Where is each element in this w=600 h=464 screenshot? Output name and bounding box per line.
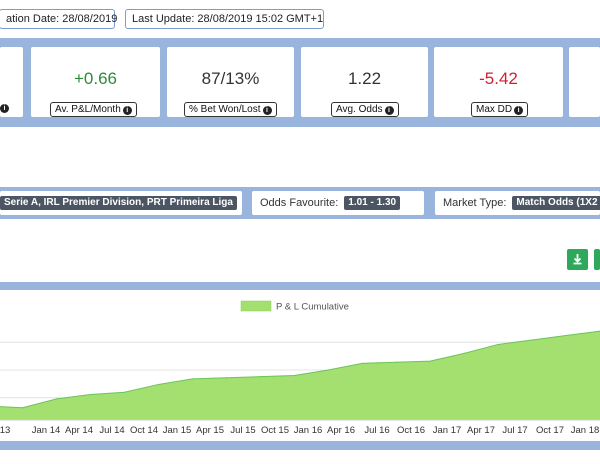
stat-label-text: Av. P&L/Month: [55, 104, 121, 115]
last-update: Last Update: 28/08/2019 15:02 GMT+1: [125, 9, 324, 29]
stat-value: +0.66: [73, 69, 117, 88]
data-point: [327, 369, 329, 371]
odds-filter-label: Odds Favourite:: [260, 197, 339, 209]
download-icon: [573, 254, 582, 265]
info-icon[interactable]: i: [514, 106, 524, 115]
series-area: [0, 331, 600, 420]
market-tag: Match Odds (1X2: [512, 196, 600, 210]
info-icon[interactable]: i: [262, 106, 272, 115]
stat-card-partial: i: [0, 47, 23, 117]
stat-label-text: Max DD: [476, 104, 513, 115]
stat-card-max-dd: -5.42 Max DD i: [434, 47, 563, 117]
x-tick-label: Jan 14: [32, 425, 61, 436]
chart-band: 13 Jan 14 Apr 14 Jul 14 Oct 14 Jan 15 Apr 15 Ju…: [0, 282, 600, 450]
x-tick-label: Jul 16: [364, 425, 389, 436]
stat-card-avg-odds: 1.22 Avg. Odds i: [301, 47, 428, 117]
data-point: [191, 378, 194, 380]
market-filter-label: Market Type:: [443, 197, 507, 209]
data-point: [429, 360, 431, 362]
x-tick-label: Jul 17: [502, 425, 527, 436]
x-tick-label: Jan 17: [433, 425, 462, 436]
data-point: [22, 407, 24, 409]
x-tick-label: 13: [0, 425, 10, 436]
pl-chart: 13 Jan 14 Apr 14 Jul 14 Oct 14 Jan 15 Apr 15 Ju…: [0, 300, 600, 436]
odds-filter[interactable]: Odds Favourite: 1.01 - 1.30: [252, 191, 424, 215]
data-point: [259, 376, 261, 378]
legend-label: P & L Cumulative: [276, 302, 349, 313]
x-tick-label: Oct 14: [130, 425, 158, 436]
info-icon[interactable]: i: [122, 106, 132, 115]
data-point: [89, 393, 92, 396]
x-tick-label: Oct 17: [536, 425, 564, 436]
stat-label-text: % Bet Won/Lost: [189, 104, 261, 115]
odds-tag: 1.01 - 1.30: [344, 196, 401, 210]
x-tick-label: Jan 15: [163, 425, 192, 436]
stat-label: Avg. Odds i: [331, 102, 399, 117]
legend-swatch: [240, 300, 272, 312]
stat-value: 1.22: [347, 69, 382, 88]
chart-panel: 13 Jan 14 Apr 14 Jul 14 Oct 14 Jan 15 Apr 15 Ju…: [0, 290, 600, 441]
stat-label-text: Avg. Odds: [336, 104, 383, 115]
stat-label: % Bet Won/Lost i: [184, 102, 277, 117]
x-tick-label: Jan 16: [294, 425, 323, 436]
stat-value: 87/13%: [201, 69, 260, 88]
creation-date: ation Date: 28/08/2019: [0, 9, 117, 29]
data-point: [497, 343, 499, 346]
data-point: [361, 362, 363, 364]
data-point: [157, 383, 160, 386]
download-button[interactable]: [567, 249, 588, 270]
stat-card-bet-won-lost: 87/13% % Bet Won/Lost i: [167, 47, 294, 117]
info-icon[interactable]: i: [0, 104, 9, 113]
x-tick-label: Oct 15: [261, 425, 289, 436]
data-point: [463, 352, 465, 354]
data-point: [123, 391, 126, 393]
stat-card-av-pl-month: +0.66 Av. P&L/Month i: [31, 47, 160, 117]
stat-card-partial: [569, 47, 600, 117]
data-point: [56, 398, 58, 400]
stat-label: Av. P&L/Month i: [50, 102, 137, 117]
filter-band: Serie A, IRL Premier Division, PRT Prime…: [0, 187, 600, 219]
export-button[interactable]: [594, 249, 600, 270]
data-point: [565, 334, 567, 337]
data-point: [293, 374, 295, 377]
market-filter[interactable]: Market Type: Match Odds (1X2: [435, 191, 600, 215]
leagues-tag: Serie A, IRL Premier Division, PRT Prime…: [0, 196, 237, 210]
data-point: [531, 339, 533, 341]
info-icon[interactable]: i: [384, 106, 394, 115]
x-tick-label: Oct 16: [397, 425, 425, 436]
stat-value: -5.42: [479, 69, 518, 88]
x-tick-label: Jul 15: [230, 425, 255, 436]
x-tick-label: Apr 16: [327, 425, 355, 436]
x-tick-label: Apr 17: [467, 425, 495, 436]
x-tick-label: Jul 14: [99, 425, 124, 436]
leagues-filter[interactable]: Serie A, IRL Premier Division, PRT Prime…: [0, 191, 242, 215]
x-tick-label: Apr 15: [196, 425, 224, 436]
data-point: [225, 377, 228, 379]
x-tick-label: Apr 14: [65, 425, 93, 436]
x-tick-label: Jan 18: [571, 425, 600, 436]
data-point: [395, 361, 397, 363]
stat-label: Max DD i: [471, 102, 529, 117]
stats-band: i +0.66 Av. P&L/Month i 87/13% % Bet Won/…: [0, 38, 600, 127]
